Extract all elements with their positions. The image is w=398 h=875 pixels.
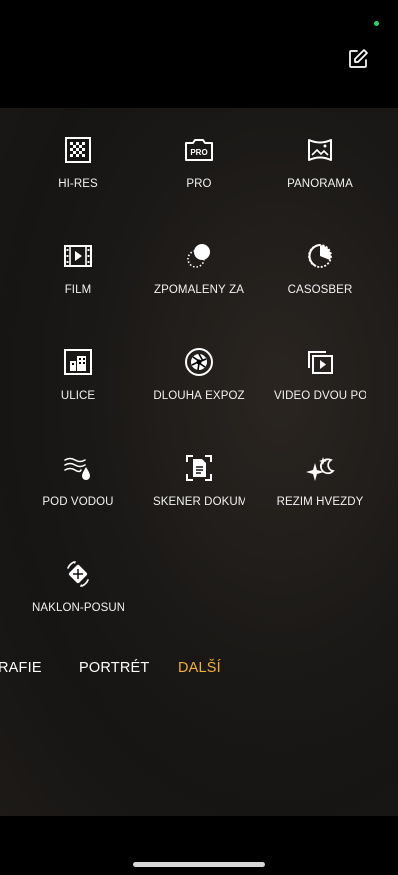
mode-street[interactable]: ULICE [18,346,138,402]
tilt-shift-icon [67,561,89,587]
pro-icon: PRO [185,139,213,161]
mode-label: PANORÁMA [287,178,353,190]
mode-film[interactable]: FILM [18,240,138,296]
mode-hi-res[interactable]: HI-RES [18,134,138,190]
mode-panorama[interactable]: PANORÁMA [260,134,380,190]
tab-more[interactable]: DALŠÍ [178,660,221,676]
mode-long-exposure[interactable]: DLOUHÁ EXPOZ [139,346,259,402]
slow-motion-icon [187,244,210,268]
panorama-icon [308,139,332,161]
mode-label: ZPOMALENÝ ZÁ [153,284,245,296]
mode-star[interactable]: REŽIM HVĚZDY [260,452,380,508]
timelapse-icon [308,244,332,268]
mode-underwater[interactable]: POD VODOU [18,452,138,508]
tab-portrait[interactable]: PORTRÉT [79,660,149,676]
hi-res-icon [65,137,91,163]
mode-timelapse[interactable]: ČASOSBĚR [260,240,380,296]
mode-pro[interactable]: PRO PRO [139,134,259,190]
mode-label: PRO [186,178,212,190]
mode-dual-video[interactable]: VIDEO DVOU PO [260,346,380,402]
camera-modes-panel: HI-RES PRO PRO PANORÁMA FILM ZPOMALENÝ Z… [0,108,398,816]
mode-label: REŽIM HVĚZDY [276,496,364,508]
mode-label: NÁKLON-POSUN [32,602,124,614]
dual-view-video-icon [308,351,333,374]
mode-label: ULICE [60,390,96,402]
tab-photo[interactable]: RAFIE [0,660,42,676]
mode-label: DLOUHÁ EXPOZ [153,390,245,402]
street-icon [64,349,92,375]
mode-label: SKENER DOKUM [153,496,245,508]
status-indicator-dot [374,21,379,26]
home-gesture-handle[interactable] [133,862,265,867]
underwater-icon [64,457,90,480]
edit-icon[interactable] [346,47,370,71]
film-icon [64,245,92,267]
mode-tilt-shift[interactable]: NÁKLON-POSUN [18,558,138,614]
mode-label: HI-RES [58,178,98,190]
mode-label: ČASOSBĚR [287,284,353,296]
mode-label: FILM [64,284,92,296]
long-exposure-icon [185,348,213,376]
mode-slow-motion[interactable]: ZPOMALENÝ ZÁ [139,240,259,296]
document-scanner-icon [186,455,212,481]
star-mode-icon [306,457,335,481]
mode-label: POD VODOU [42,496,114,508]
navigation-bar [0,816,398,875]
svg-text:PRO: PRO [190,148,207,157]
mode-label: VIDEO DVOU PO [274,390,366,402]
mode-tabs: RAFIE PORTRÉT DALŠÍ [0,660,398,684]
mode-document-scanner[interactable]: SKENER DOKUM [139,452,259,508]
